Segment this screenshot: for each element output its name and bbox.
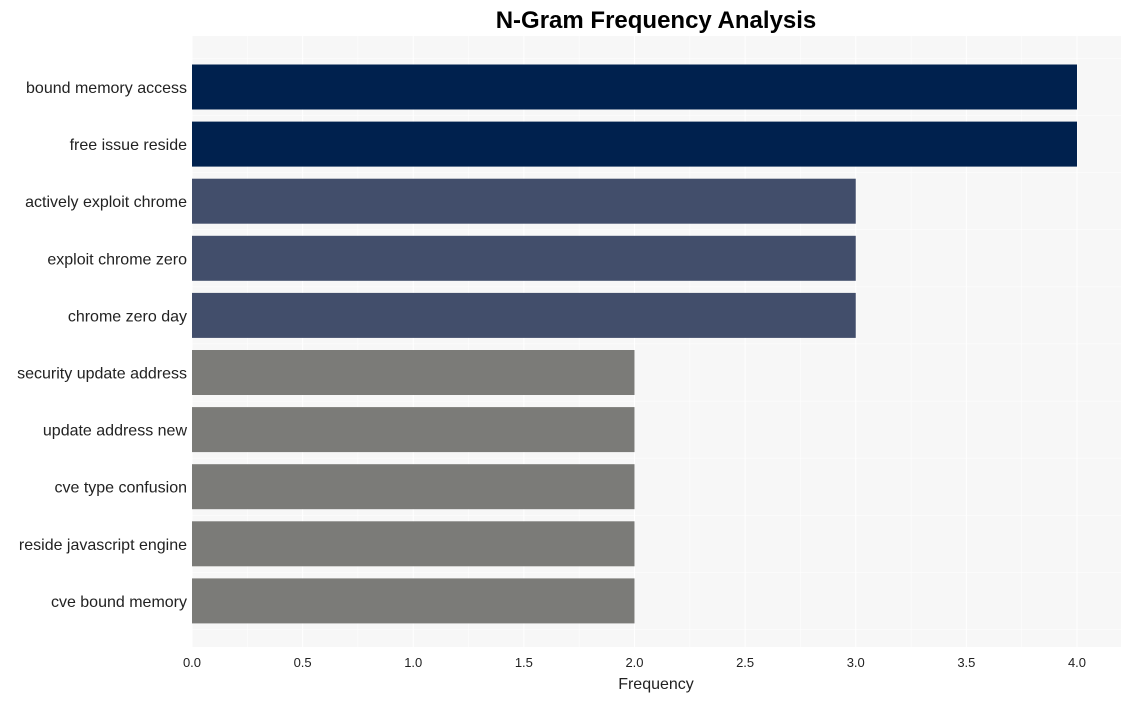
bar bbox=[192, 464, 635, 510]
y-tick-label: update address new bbox=[43, 423, 188, 440]
bar bbox=[192, 178, 856, 224]
y-tick-label: bound memory access bbox=[26, 80, 187, 97]
x-axis-label: Frequency bbox=[618, 676, 694, 693]
bar bbox=[192, 64, 1077, 110]
x-axis-ticks: 0.0 0.5 1.0 1.5 2.0 2.5 3.0 3.5 4.0 bbox=[183, 655, 1086, 670]
y-tick-label: reside javascript engine bbox=[19, 537, 187, 554]
bar bbox=[192, 521, 635, 567]
x-tick-label: 2.0 bbox=[625, 655, 643, 670]
bar bbox=[192, 292, 856, 338]
y-tick-label: chrome zero day bbox=[68, 308, 187, 325]
y-tick-label: free issue reside bbox=[70, 137, 187, 154]
bar bbox=[192, 350, 635, 395]
x-tick-label: 3.5 bbox=[957, 655, 975, 670]
chart-title: N-Gram Frequency Analysis bbox=[496, 7, 817, 34]
y-tick-label: actively exploit chrome bbox=[25, 194, 187, 211]
x-tick-label: 0.5 bbox=[294, 655, 312, 670]
x-tick-label: 1.5 bbox=[515, 655, 533, 670]
x-tick-label: 2.5 bbox=[736, 655, 754, 670]
y-tick-label: cve type confusion bbox=[54, 480, 187, 497]
x-tick-label: 3.0 bbox=[847, 655, 865, 670]
x-tick-label: 0.0 bbox=[183, 655, 201, 670]
y-axis-labels: bound memory access free issue reside acti… bbox=[17, 80, 187, 611]
y-tick-label: cve bound memory bbox=[51, 594, 187, 611]
bar bbox=[192, 407, 635, 453]
bar bbox=[192, 121, 1077, 167]
bar bbox=[192, 578, 635, 624]
x-tick-label: 1.0 bbox=[404, 655, 422, 670]
bar bbox=[192, 235, 856, 281]
x-tick-label: 4.0 bbox=[1068, 655, 1086, 670]
y-tick-label: security update address bbox=[17, 366, 187, 383]
ngram-bar-chart: N-Gram Frequency Analysis bound memory a… bbox=[17, 7, 1121, 693]
y-tick-label: exploit chrome zero bbox=[47, 251, 187, 268]
